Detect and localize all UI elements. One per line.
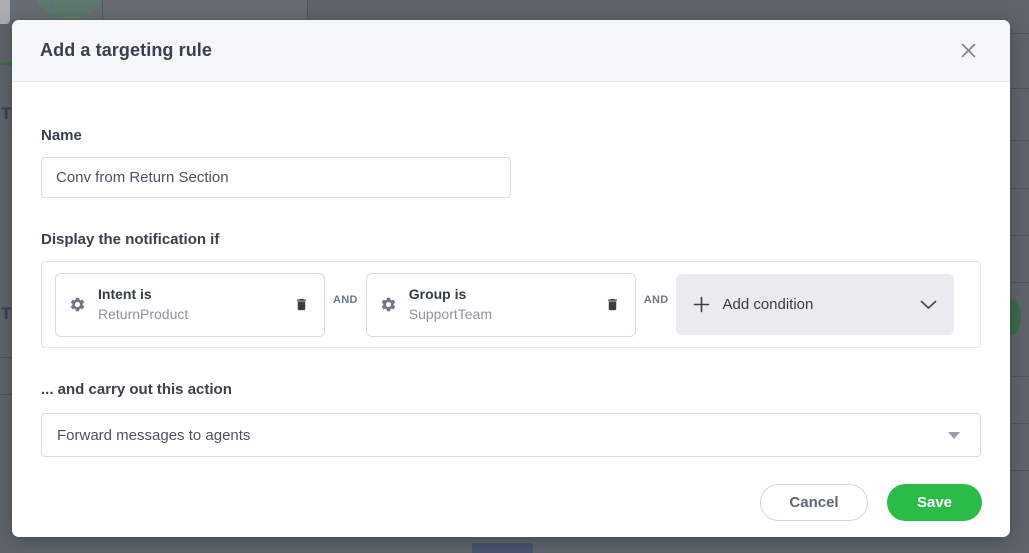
background-row-line xyxy=(1011,376,1029,377)
action-select-value: Forward messages to agents xyxy=(57,427,250,444)
background-green-edge xyxy=(0,62,12,65)
trash-icon[interactable] xyxy=(603,294,622,315)
condition-text: Group is SupportTeam xyxy=(409,285,492,325)
name-label: Name xyxy=(41,127,981,144)
conditions-label: Display the notification if xyxy=(41,231,981,248)
background-row-line xyxy=(1011,140,1029,141)
background-plus-glyph: + xyxy=(48,0,57,15)
background-divider xyxy=(307,0,308,19)
background-row-line xyxy=(1011,88,1029,89)
gear-icon xyxy=(380,296,397,313)
trash-icon[interactable] xyxy=(292,294,311,315)
background-row-line xyxy=(1011,33,1029,34)
add-condition-button[interactable]: Add condition xyxy=(676,274,954,335)
background-row-line xyxy=(1011,235,1029,236)
condition-card-group[interactable]: Group is SupportTeam xyxy=(366,273,636,337)
modal-title: Add a targeting rule xyxy=(40,40,212,61)
condition-attribute: Intent is xyxy=(98,285,188,305)
cancel-button[interactable]: Cancel xyxy=(760,484,868,521)
plus-icon xyxy=(693,296,710,313)
condition-attribute: Group is xyxy=(409,285,492,305)
close-icon[interactable] xyxy=(955,37,982,64)
background-row-line xyxy=(1011,470,1029,471)
background-blue-element xyxy=(472,543,533,553)
modal-footer: Cancel Save xyxy=(760,484,982,521)
background-row-line xyxy=(1011,282,1029,283)
targeting-rule-modal: Add a targeting rule Name Display the no… xyxy=(12,20,1010,537)
add-condition-label: Add condition xyxy=(722,296,813,313)
background-row-line xyxy=(1011,423,1029,424)
condition-value: ReturnProduct xyxy=(98,305,188,325)
rule-name-input[interactable] xyxy=(41,157,511,198)
background-divider xyxy=(102,0,103,19)
action-select[interactable]: Forward messages to agents xyxy=(41,413,981,457)
background-row-line xyxy=(0,394,12,395)
conditions-container: Intent is ReturnProduct AND Group xyxy=(41,261,981,348)
modal-body: Name Display the notification if Intent … xyxy=(12,127,1010,457)
background-row-line xyxy=(0,357,12,358)
caret-down-icon xyxy=(948,432,960,439)
gear-icon xyxy=(69,296,86,313)
chevron-down-icon xyxy=(920,300,937,310)
and-operator: AND xyxy=(333,294,358,306)
save-button[interactable]: Save xyxy=(887,484,982,521)
action-label: ... and carry out this action xyxy=(41,381,981,398)
condition-text: Intent is ReturnProduct xyxy=(98,285,188,325)
modal-header: Add a targeting rule xyxy=(12,20,1010,82)
and-operator: AND xyxy=(644,294,669,306)
condition-card-intent[interactable]: Intent is ReturnProduct xyxy=(55,273,325,337)
condition-value: SupportTeam xyxy=(409,305,492,325)
background-row-line xyxy=(1011,188,1029,189)
background-panel-corner xyxy=(0,0,10,24)
